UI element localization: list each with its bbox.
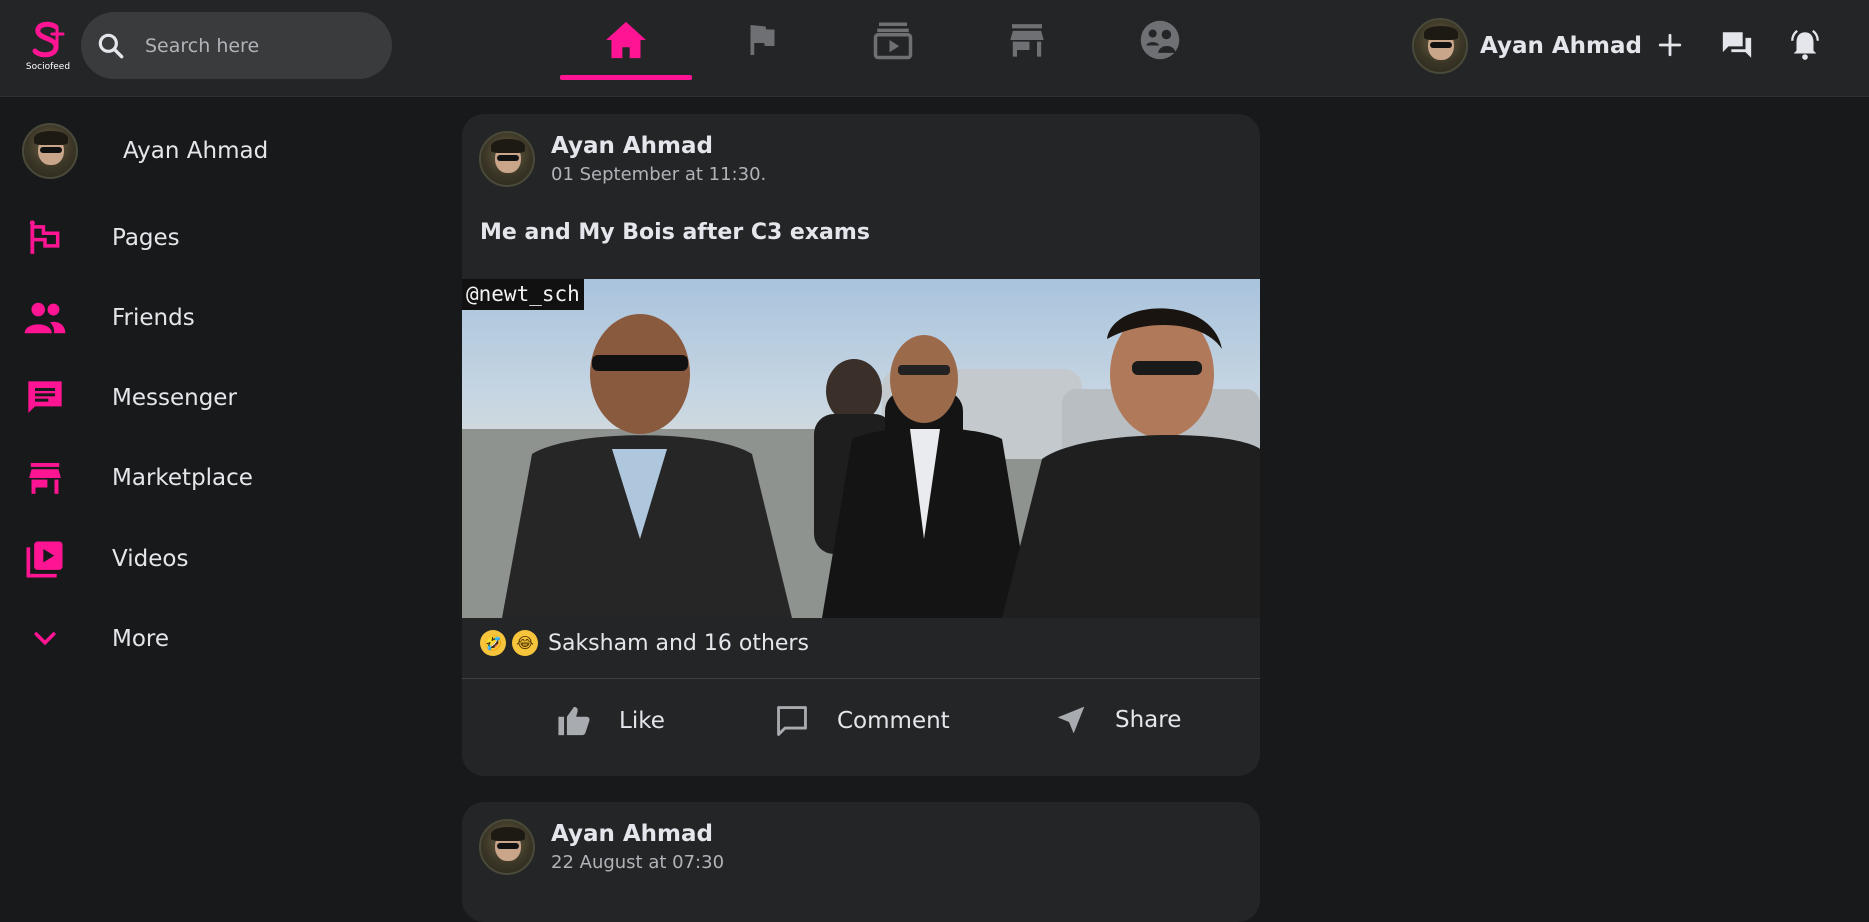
message-icon <box>22 375 68 421</box>
like-button[interactable]: Like <box>557 704 665 738</box>
chat-icon <box>1722 32 1752 58</box>
header-user-name: Ayan Ahmad <box>1480 33 1642 59</box>
avatar <box>22 123 78 179</box>
notification-bell-icon <box>1791 29 1819 60</box>
home-icon <box>606 21 646 59</box>
sidebar-item-label: Pages <box>112 225 180 251</box>
rofl-emoji-icon: 🤣 <box>480 630 506 656</box>
comment-label: Comment <box>837 708 950 734</box>
post-author[interactable]: Ayan Ahmad <box>551 133 766 159</box>
reaction-summary: Saksham and 16 others <box>548 630 809 656</box>
sidebar-item-label: More <box>112 626 170 652</box>
post-timestamp: 22 August at 07:30 <box>551 852 725 873</box>
notifications-button[interactable] <box>1785 25 1825 65</box>
sidebar-item-marketplace[interactable]: Marketplace <box>22 453 253 503</box>
sidebar-profile-name: Ayan Ahmad <box>123 138 269 164</box>
groups-icon <box>1140 20 1180 60</box>
comment-button[interactable]: Comment <box>775 704 950 738</box>
post-author[interactable]: Ayan Ahmad <box>551 821 724 847</box>
like-label: Like <box>619 708 665 734</box>
people-icon <box>22 295 68 341</box>
thumbs-up-icon <box>558 706 590 736</box>
tab-home[interactable] <box>560 0 692 80</box>
sidebar-item-label: Messenger <box>112 385 237 411</box>
store-icon <box>1010 24 1044 57</box>
tab-videos[interactable] <box>827 0 959 80</box>
image-watermark: @newt_sch <box>462 279 584 310</box>
sidebar-item-label: Friends <box>112 305 195 331</box>
post-card: Ayan Ahmad 22 August at 07:30 <box>462 802 1260 922</box>
post-caption: Me and My Bois after C3 exams <box>480 220 870 245</box>
sidebar-item-label: Marketplace <box>112 465 253 491</box>
post-header: Ayan Ahmad 01 September at 11:30. <box>479 131 766 187</box>
search-icon <box>98 33 124 58</box>
create-button[interactable] <box>1650 25 1690 65</box>
sidebar-profile[interactable]: Ayan Ahmad <box>22 122 268 180</box>
avatar[interactable] <box>479 819 535 875</box>
video-library-icon <box>873 22 913 60</box>
chevron-down-icon <box>22 616 68 662</box>
post-reactions[interactable]: 🤣 😂 Saksham and 16 others <box>480 630 809 656</box>
top-navigation-bar: Sociofeed Search here Ayan Ahmad <box>0 0 1869 97</box>
avatar <box>1412 18 1468 74</box>
sidebar-item-pages[interactable]: Pages <box>22 213 180 263</box>
tab-groups[interactable] <box>1094 0 1226 80</box>
share-send-icon <box>1057 706 1085 734</box>
post-header: Ayan Ahmad 22 August at 07:30 <box>479 819 724 875</box>
share-label: Share <box>1115 707 1182 733</box>
tab-pages[interactable] <box>695 0 827 80</box>
sidebar-item-friends[interactable]: Friends <box>22 293 195 343</box>
sidebar-item-label: Videos <box>112 546 189 572</box>
video-library-icon <box>22 536 68 582</box>
messages-button[interactable] <box>1717 25 1757 65</box>
add-icon <box>1658 33 1682 57</box>
post-divider <box>462 678 1260 679</box>
post-card: Ayan Ahmad 01 September at 11:30. Me and… <box>462 114 1260 776</box>
share-button[interactable]: Share <box>1055 704 1181 736</box>
post-image[interactable]: @newt_sch <box>462 279 1260 618</box>
joy-emoji-icon: 😂 <box>512 630 538 656</box>
sociofeed-logo-icon <box>32 21 65 58</box>
post-timestamp: 01 September at 11:30. <box>551 164 767 185</box>
sidebar-item-videos[interactable]: Videos <box>22 534 188 584</box>
search-bar[interactable] <box>81 12 392 79</box>
header-profile[interactable]: Ayan Ahmad <box>1412 17 1642 75</box>
flag-icon <box>750 25 775 55</box>
post-photo <box>462 308 1260 618</box>
pages-flag-icon <box>22 215 68 261</box>
tab-marketplace[interactable] <box>961 0 1093 80</box>
avatar[interactable] <box>479 131 535 187</box>
logo-text: Sociofeed <box>25 62 71 72</box>
sidebar-item-messenger[interactable]: Messenger <box>22 373 237 423</box>
comment-icon <box>777 706 807 736</box>
store-icon <box>22 455 68 501</box>
sociofeed-logo[interactable]: Sociofeed <box>22 20 74 82</box>
sidebar-item-more[interactable]: More <box>22 614 169 664</box>
search-input[interactable] <box>145 34 365 57</box>
